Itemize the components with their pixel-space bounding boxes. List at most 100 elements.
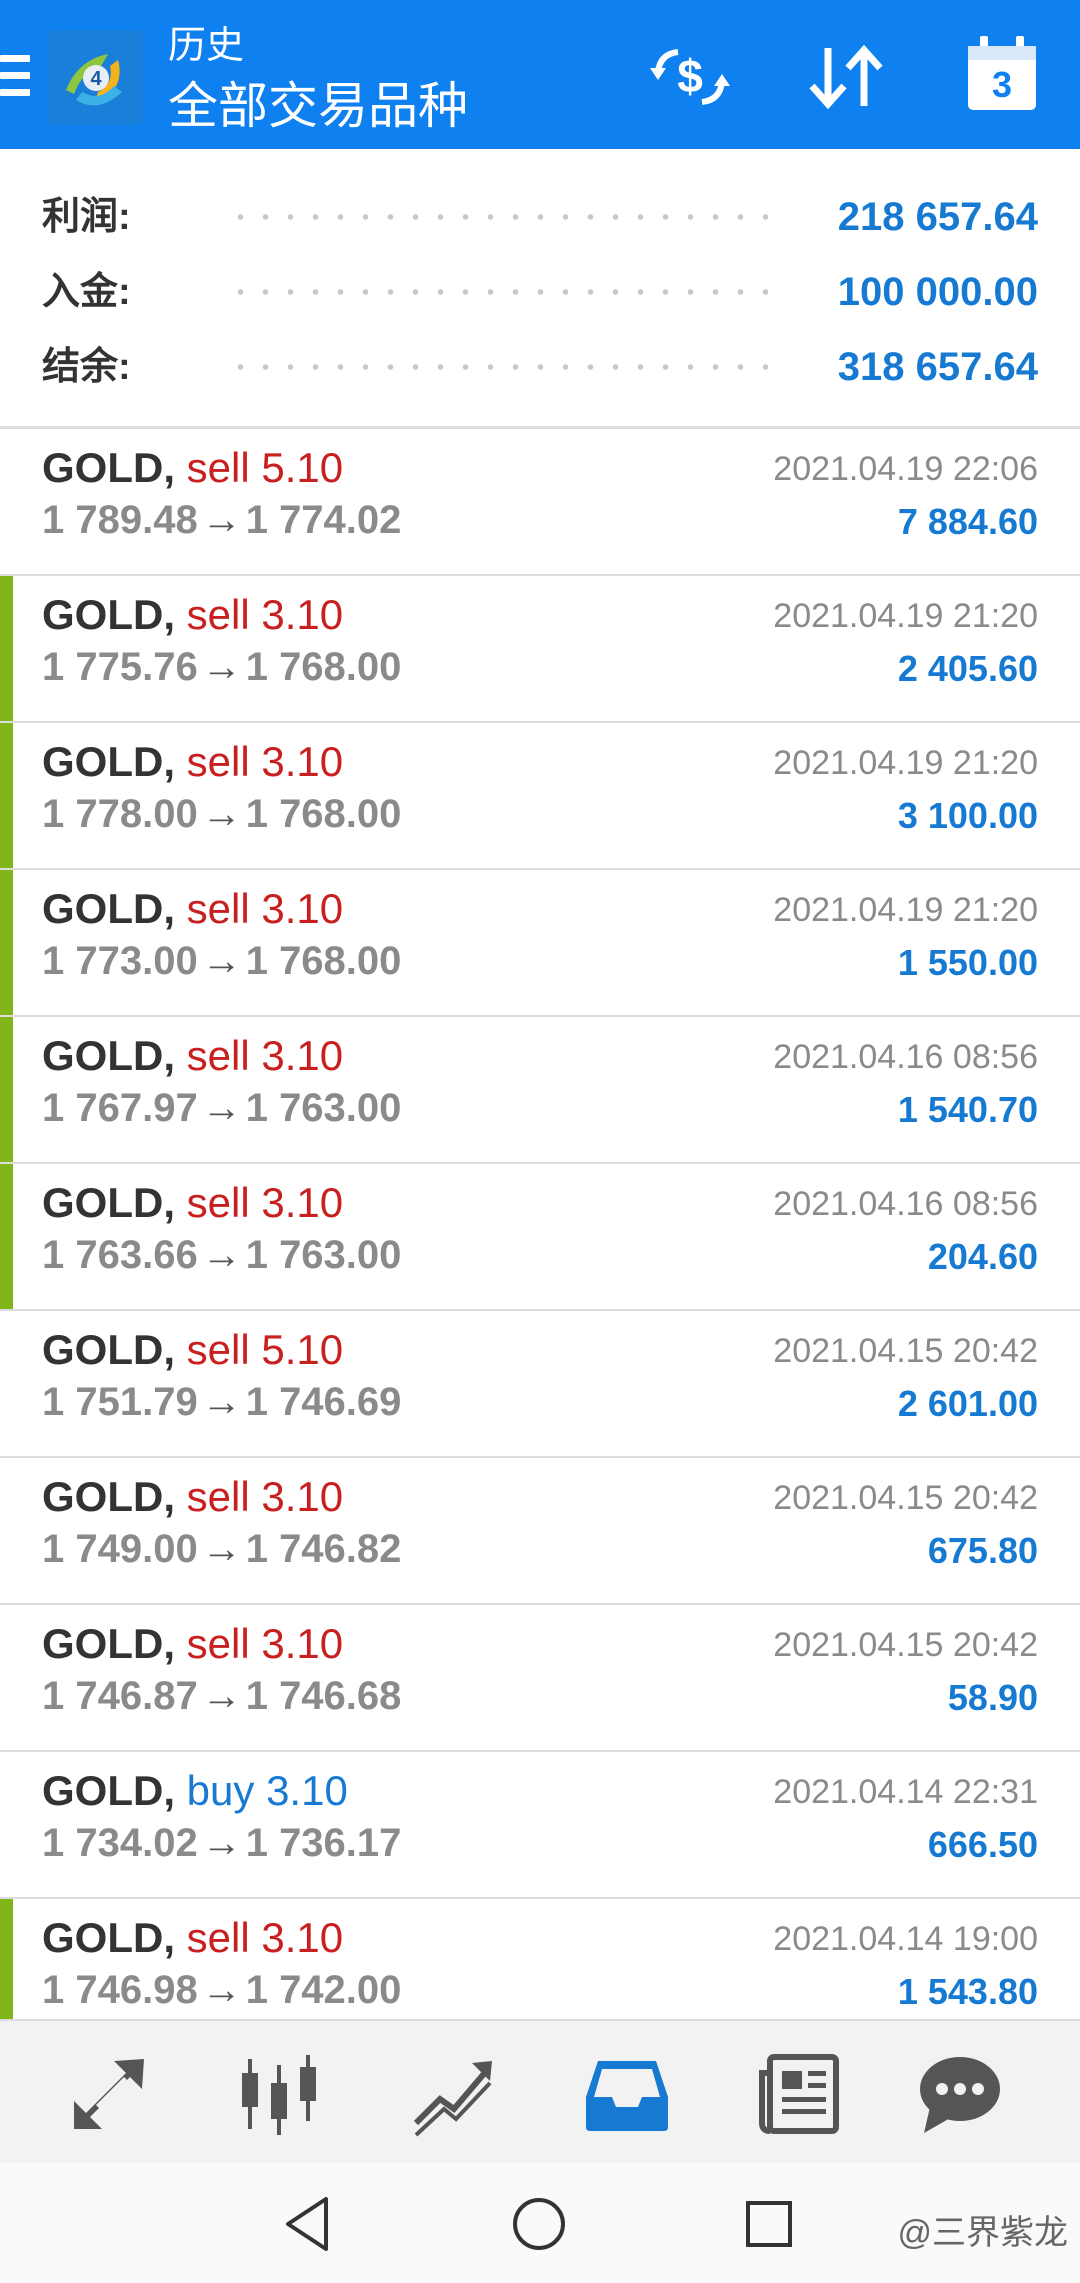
deal-open-price: 1 767.97	[42, 1086, 198, 1130]
deal-prices: 1 789.48 → 1 774.02	[42, 493, 401, 547]
deal-profit: 1 540.70	[897, 1089, 1038, 1130]
deal-profit: 7 884.60	[897, 501, 1038, 542]
deal-row[interactable]: GOLD, sell 3.10 1 746.87 → 1 746.68 2021.0…	[0, 1605, 1080, 1752]
deal-time: 2021.04.16 08:56	[773, 1185, 1038, 1223]
deal-row[interactable]: GOLD, sell 3.10 1 773.00 → 1 768.00 2021.0…	[0, 870, 1080, 1017]
balance-row: 结余: 318 657.64	[0, 330, 1080, 405]
deal-time: 2021.04.19 21:20	[773, 744, 1038, 782]
deal-prices: 1 767.97 → 1 763.00	[42, 1081, 401, 1135]
deal-symbol: GOLD,	[42, 1620, 175, 1667]
deal-prices: 1 749.00 → 1 746.82	[42, 1522, 401, 1576]
arrow-right-icon: →	[201, 939, 242, 983]
deal-close-price: 1 774.02	[245, 498, 402, 542]
bottom-toolbar	[0, 2019, 1080, 2164]
deal-row[interactable]: GOLD, sell 3.10 1 775.76 → 1 768.00 2021.0…	[0, 576, 1080, 723]
watermark: @三界紫龙	[897, 2214, 1068, 2252]
deal-volume: 3.10	[261, 591, 344, 638]
deal-symbol: GOLD,	[42, 1473, 175, 1520]
quotes-arrows-icon[interactable]	[66, 2051, 152, 2137]
deal-prices: 1 763.66 → 1 763.00	[42, 1228, 401, 1282]
deal-prices: 1 734.02 → 1 736.17	[42, 1816, 401, 1870]
deal-time: 2021.04.15 20:42	[773, 1479, 1038, 1517]
arrow-right-icon: →	[201, 498, 242, 542]
messages-chat-icon[interactable]	[916, 2051, 1002, 2137]
deals-list[interactable]: GOLD, sell 5.10 1 789.48 → 1 774.02 2021.0…	[0, 429, 1080, 2019]
deal-marker	[0, 1164, 13, 1309]
deal-side: sell	[186, 1620, 250, 1667]
deal-symbol-line: GOLD, sell 3.10	[42, 735, 343, 789]
arrow-right-icon: →	[201, 1233, 242, 1277]
dotted-leader	[228, 214, 788, 220]
arrow-right-icon: →	[201, 1086, 242, 1130]
deal-close-price: 1 742.00	[245, 1968, 402, 2012]
chart-candles-icon[interactable]	[236, 2051, 322, 2137]
deal-row[interactable]: GOLD, sell 3.10 1 778.00 → 1 768.00 2021.0…	[0, 723, 1080, 870]
deal-side: sell	[186, 1326, 250, 1373]
dollar-exchange-icon[interactable]: $	[648, 42, 732, 112]
page-title[interactable]: 全部交易品种	[168, 74, 468, 138]
dotted-leader	[228, 289, 788, 295]
deal-close-price: 1 768.00	[245, 939, 402, 983]
deal-marker	[0, 1899, 13, 2019]
deal-profit: 1 543.80	[897, 1971, 1038, 2012]
recents-icon[interactable]	[736, 2191, 802, 2257]
deal-side: sell	[186, 1032, 250, 1079]
deal-symbol: GOLD,	[42, 444, 175, 491]
deal-row[interactable]: GOLD, sell 3.10 1 746.98 → 1 742.00 2021.0…	[0, 1899, 1080, 2019]
trade-chart-icon[interactable]	[410, 2051, 496, 2137]
deal-side: sell	[186, 1914, 250, 1961]
back-icon[interactable]	[276, 2191, 342, 2257]
balance-value: 318 657.64	[837, 345, 1038, 389]
title-block: 历史 全部交易品种	[168, 22, 468, 138]
deal-time: 2021.04.16 08:56	[773, 1038, 1038, 1076]
deal-profit: 1 550.00	[897, 942, 1038, 983]
arrow-right-icon: →	[201, 1527, 242, 1571]
arrow-right-icon: →	[201, 1674, 242, 1718]
deal-prices: 1 775.76 → 1 768.00	[42, 640, 401, 694]
calendar-icon[interactable]: 3	[966, 36, 1038, 112]
deal-row[interactable]: GOLD, sell 3.10 1 763.66 → 1 763.00 2021.0…	[0, 1164, 1080, 1311]
deal-row[interactable]: GOLD, sell 3.10 1 767.97 → 1 763.00 2021.0…	[0, 1017, 1080, 1164]
deal-symbol: GOLD,	[42, 1032, 175, 1079]
deal-profit: 58.90	[947, 1677, 1038, 1718]
deal-marker	[0, 870, 13, 1015]
deal-side: sell	[186, 1473, 250, 1520]
deal-marker	[0, 576, 13, 721]
arrow-right-icon: →	[201, 1968, 242, 2012]
dotted-leader	[228, 364, 788, 370]
deal-side: sell	[186, 591, 250, 638]
deal-close-price: 1 746.69	[245, 1380, 402, 1424]
deal-symbol-line: GOLD, sell 3.10	[42, 588, 343, 642]
profit-label: 利润:	[42, 196, 131, 238]
deal-close-price: 1 768.00	[245, 645, 402, 689]
news-icon[interactable]	[756, 2051, 842, 2137]
deal-symbol: GOLD,	[42, 1767, 175, 1814]
history-inbox-icon[interactable]	[584, 2051, 670, 2137]
deal-row[interactable]: GOLD, sell 5.10 1 751.79 → 1 746.69 2021.0…	[0, 1311, 1080, 1458]
svg-text:4: 4	[90, 68, 102, 90]
deal-close-price: 1 746.68	[245, 1674, 402, 1718]
deal-row[interactable]: GOLD, sell 3.10 1 749.00 → 1 746.82 2021.0…	[0, 1458, 1080, 1605]
deal-symbol-line: GOLD, sell 3.10	[42, 1176, 343, 1230]
deal-profit: 3 100.00	[897, 795, 1038, 836]
balance-label: 结余:	[42, 346, 131, 388]
home-icon[interactable]	[506, 2191, 572, 2257]
deal-row[interactable]: GOLD, buy 3.10 1 734.02 → 1 736.17 2021.04…	[0, 1752, 1080, 1899]
deal-symbol: GOLD,	[42, 1914, 175, 1961]
sort-arrows-icon[interactable]	[806, 42, 886, 112]
deal-volume: 3.10	[261, 1032, 344, 1079]
deal-profit: 666.50	[927, 1824, 1038, 1865]
deal-marker	[0, 723, 13, 868]
deal-volume: 3.10	[261, 1620, 344, 1667]
deal-open-price: 1 749.00	[42, 1527, 198, 1571]
deal-row[interactable]: GOLD, sell 5.10 1 789.48 → 1 774.02 2021.0…	[0, 429, 1080, 576]
deal-side: sell	[186, 1179, 250, 1226]
deal-profit: 204.60	[927, 1236, 1038, 1277]
deal-symbol-line: GOLD, sell 5.10	[42, 441, 343, 495]
calendar-day: 3	[991, 64, 1013, 105]
deal-symbol: GOLD,	[42, 1326, 175, 1373]
summary-panel: 利润: 218 657.64 入金: 100 000.00 结余: 318 65…	[0, 149, 1080, 426]
hamburger-icon[interactable]	[0, 55, 30, 101]
deal-close-price: 1 763.00	[245, 1086, 402, 1130]
deposit-row: 入金: 100 000.00	[0, 255, 1080, 330]
